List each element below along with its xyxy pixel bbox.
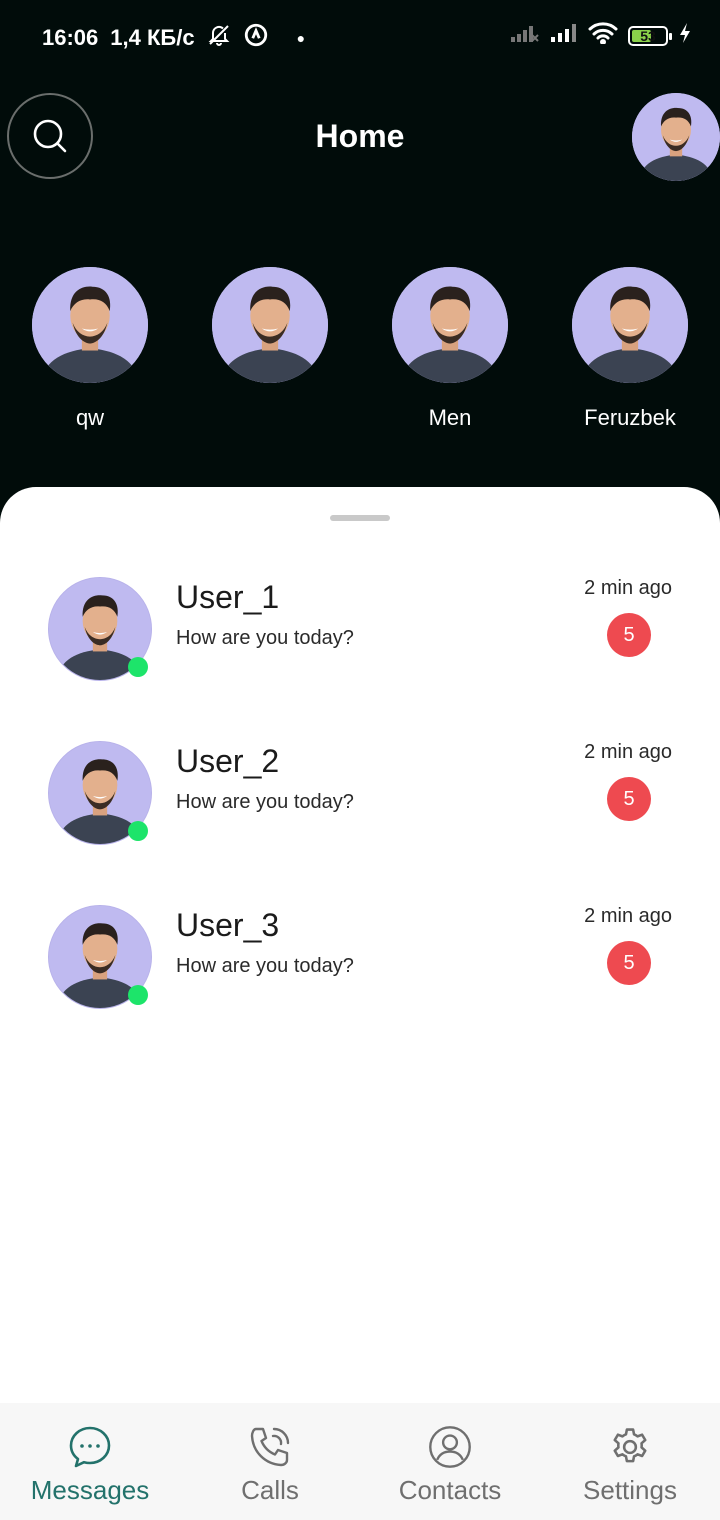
nav-messages-label: Messages	[30, 1475, 150, 1505]
story-item[interactable]	[212, 267, 328, 431]
profile-avatar-button[interactable]	[632, 93, 720, 181]
nav-calls-label: Calls	[241, 1475, 299, 1505]
avatar	[572, 267, 688, 383]
story-label	[212, 405, 328, 431]
wifi-icon	[588, 22, 618, 50]
chat-name: User_3	[176, 907, 280, 943]
message-bubble-icon	[69, 1426, 111, 1468]
chat-list-sheet: User_1 How are you today? 2 min ago 5 Us…	[0, 487, 720, 1403]
avatar	[212, 267, 328, 383]
battery-level: 53	[640, 28, 656, 44]
battery-icon: 53	[628, 26, 672, 46]
story-label: Men	[428, 405, 472, 430]
avatar	[392, 267, 508, 383]
phone-icon	[250, 1427, 290, 1467]
nav-contacts[interactable]: Contacts	[360, 1403, 540, 1520]
nav-messages[interactable]: Messages	[0, 1403, 180, 1520]
story-label: qw	[75, 405, 105, 430]
chat-time: 2 min ago	[584, 741, 672, 763]
nav-calls[interactable]: Calls	[180, 1403, 360, 1520]
nav-contacts-label: Contacts	[398, 1475, 502, 1505]
status-time: 16:06	[42, 25, 99, 50]
nav-settings[interactable]: Settings	[540, 1403, 720, 1520]
story-item[interactable]: qw	[32, 267, 148, 431]
story-item[interactable]: Feruzbek	[572, 267, 688, 431]
signal-off-icon	[510, 23, 540, 49]
chat-list-item[interactable]: User_2 How are you today? 2 min ago 5	[0, 651, 720, 845]
chat-avatar	[48, 905, 152, 1009]
chat-preview: How are you today?	[176, 955, 354, 977]
chat-preview: How are you today?	[176, 791, 354, 813]
chat-list-item[interactable]: User_1 How are you today? 2 min ago 5	[0, 487, 720, 681]
unread-badge: 5	[607, 941, 651, 985]
avatar	[32, 267, 148, 383]
user-circle-icon	[429, 1426, 471, 1468]
status-bar: 16:06 1,4 КБ/с ● 53	[0, 0, 720, 70]
online-status-dot	[128, 985, 148, 1005]
page-title: Home	[315, 118, 405, 154]
chat-time: 2 min ago	[584, 905, 672, 927]
gear-icon	[613, 1428, 647, 1463]
chat-name: User_2	[176, 743, 280, 779]
story-item[interactable]: Men	[392, 267, 508, 431]
charging-icon	[678, 22, 692, 50]
story-label: Feruzbek	[584, 405, 676, 430]
nav-settings-label: Settings	[583, 1475, 677, 1505]
chat-time: 2 min ago	[584, 577, 672, 599]
chat-list-item[interactable]: User_3 How are you today? 2 min ago 5	[0, 815, 720, 1009]
bell-off-icon	[207, 23, 231, 53]
notification-dot-icon: ●	[296, 30, 306, 46]
bottom-navigation: Messages Calls Contacts Settings	[0, 1403, 720, 1520]
signal-icon	[550, 23, 578, 49]
network-speed: 1,4 КБ/с	[110, 25, 195, 50]
chat-preview: How are you today?	[176, 627, 354, 649]
data-saver-icon	[243, 22, 269, 54]
chat-name: User_1	[176, 579, 280, 615]
